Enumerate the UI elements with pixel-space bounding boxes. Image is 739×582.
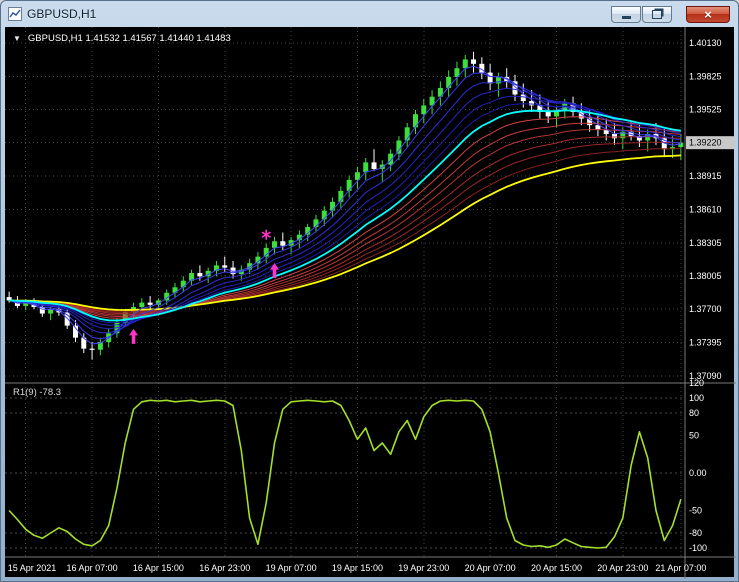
price-axis[interactable]	[683, 27, 734, 555]
window-title: GBPUSD,H1	[27, 7, 96, 21]
close-button[interactable]: ×	[686, 6, 730, 23]
symbol-dropdown-icon[interactable]: ▼	[13, 34, 21, 43]
minimize-icon	[622, 16, 631, 19]
chart-icon	[8, 7, 22, 21]
close-icon: ×	[704, 8, 712, 21]
window-titlebar[interactable]: GBPUSD,H1 ×	[1, 1, 738, 27]
window-controls: ×	[610, 6, 730, 23]
chart-window: GBPUSD,H1 × 1.401301.398251.395251.39220…	[0, 0, 739, 582]
chart-ohlc-header: ▼ GBPUSD,H1 1.41532 1.41567 1.41440 1.41…	[13, 33, 231, 44]
chart-client-area[interactable]: 1.401301.398251.395251.392201.389151.386…	[5, 27, 734, 577]
indicator-label: R1(9) -78.3	[13, 387, 61, 398]
price-chart-canvas[interactable]: 1.401301.398251.395251.392201.389151.386…	[5, 27, 736, 579]
restore-icon	[652, 10, 662, 19]
ohlc-text: GBPUSD,H1 1.41532 1.41567 1.41440 1.4148…	[28, 33, 231, 44]
minimize-button[interactable]	[611, 6, 641, 23]
restore-button[interactable]	[642, 6, 672, 23]
time-axis[interactable]	[5, 555, 734, 577]
